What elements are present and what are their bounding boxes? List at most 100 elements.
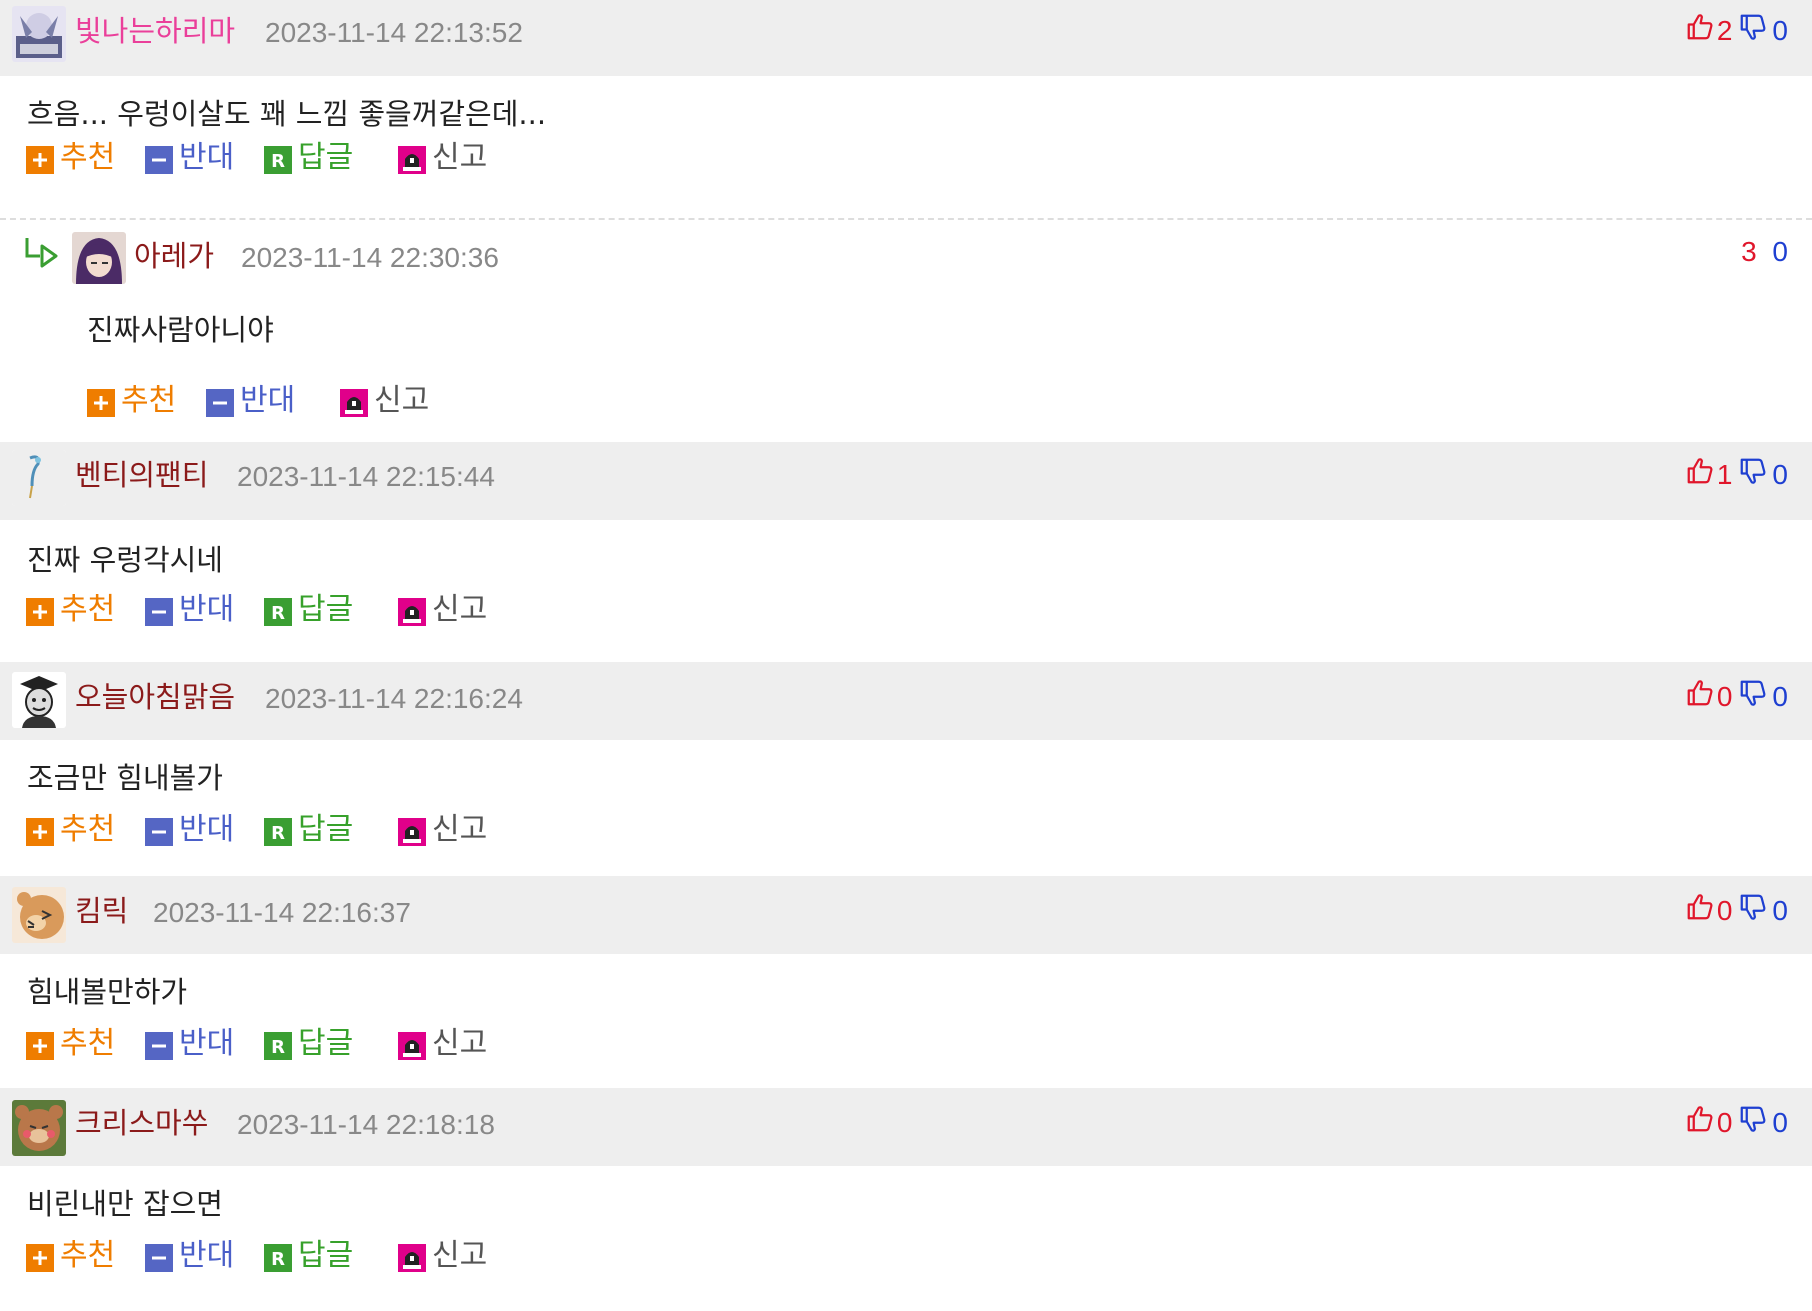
reply-r-icon: R [264,146,292,174]
report-label: 신고 [432,592,488,627]
blush-bear-avatar-icon[interactable] [12,1100,66,1156]
thumbs-down-icon [1738,1104,1768,1141]
oppose-button[interactable]: 반대 [145,592,234,628]
reply-report-button[interactable]: 신고 [340,383,429,419]
reply-r-icon: R [264,1032,292,1060]
recommend-button[interactable]: 추천 [26,1026,115,1062]
recommend-label: 추천 [121,383,177,418]
oppose-label: 반대 [179,1026,235,1061]
siren-icon [340,389,368,417]
comment-text: 비린내만 잡으면 [27,1187,223,1221]
comment-item: 오늘아침맑음 2023-11-14 22:16:24 0 0 조금만 힘내볼가 … [0,662,1812,876]
comment-header: 크리스마쑤 2023-11-14 22:18:18 0 0 [0,1088,1812,1166]
reply-button[interactable]: R 답글 [264,1238,353,1274]
comment-text: 힘내볼만하가 [27,975,188,1009]
anime-avatar-icon[interactable] [12,6,66,62]
vote-summary: 2 0 [1685,12,1788,49]
recommend-button[interactable]: 추천 [26,812,115,848]
vote-summary: 0 0 [1685,1104,1788,1141]
reply-button[interactable]: R 답글 [264,592,353,628]
reply-upvote-count: 3 [1741,236,1757,267]
svg-text:R: R [271,1037,285,1058]
comment-author[interactable]: 빛나는하리마 [75,13,235,49]
thumbs-up-icon [1685,12,1715,49]
recommend-label: 추천 [60,812,116,847]
thumbs-down-icon [1738,678,1768,715]
svg-text:R: R [271,1249,285,1270]
vote-summary: 0 0 [1685,892,1788,929]
plus-icon [26,146,54,174]
feather-avatar-icon[interactable] [12,450,66,506]
recommend-button[interactable]: 추천 [26,140,115,176]
comment-actions: 추천 반대 R 답글 신고 [0,1228,1812,1294]
reply-actions: 추천 반대 신고 [0,383,1812,433]
report-button[interactable]: 신고 [398,1238,487,1274]
comment-header: 오늘아침맑음 2023-11-14 22:16:24 0 0 [0,662,1812,740]
oppose-button[interactable]: 반대 [145,812,234,848]
report-button[interactable]: 신고 [398,812,487,848]
comment-item: 빛나는하리마 2023-11-14 22:13:52 2 0 흐음... 우렁이… [0,0,1812,442]
vote-summary: 1 0 [1685,456,1788,493]
recommend-label: 추천 [60,1026,116,1061]
reply-button[interactable]: R 답글 [264,812,353,848]
comment-item: 벤티의팬티 2023-11-14 22:15:44 1 0 진짜 우렁각시네 추… [0,442,1812,662]
comment-actions: 추천 반대 R 답글 신고 [0,138,1812,218]
reply-author[interactable]: 아레가 [134,238,214,274]
report-button[interactable]: 신고 [398,140,487,176]
thumbs-up-icon [1685,456,1715,493]
thumbs-up-icon [1685,1104,1715,1141]
recommend-label: 추천 [60,140,116,175]
comment-item: 크리스마쑤 2023-11-14 22:18:18 0 0 비린내만 잡으면 추… [0,1088,1812,1294]
report-button[interactable]: 신고 [398,592,487,628]
bear-avatar-icon[interactable] [12,887,66,943]
comment-text: 흐음... 우렁이살도 꽤 느낌 좋을꺼같은데... [27,97,547,131]
graduate-avatar-icon[interactable] [12,672,66,728]
comment-actions: 추천 반대 R 답글 신고 [0,1016,1812,1088]
report-label: 신고 [432,812,488,847]
purple-hair-avatar-icon[interactable] [72,232,126,284]
reply-label: 답글 [298,1238,354,1273]
reply-button[interactable]: R 답글 [264,1026,353,1062]
svg-text:R: R [271,823,285,844]
oppose-button[interactable]: 반대 [145,140,234,176]
plus-icon [87,389,115,417]
svg-text:R: R [271,603,285,624]
report-button[interactable]: 신고 [398,1026,487,1062]
comment-header: 빛나는하리마 2023-11-14 22:13:52 2 0 [0,0,1812,76]
comment-text: 조금만 힘내볼가 [27,761,223,795]
thumbs-down-icon [1738,892,1768,929]
plus-icon [26,818,54,846]
reply-r-icon: R [264,598,292,626]
report-label: 신고 [432,140,488,175]
siren-icon [398,146,426,174]
minus-icon [145,146,173,174]
minus-icon [145,818,173,846]
recommend-button[interactable]: 추천 [26,1238,115,1274]
reply-item: 아레가 2023-11-14 22:30:36 3 0 진짜사람아니야 추천 반… [0,220,1812,442]
comment-author[interactable]: 벤티의팬티 [75,457,208,493]
plus-icon [26,1032,54,1060]
downvote-count: 0 [1772,458,1788,490]
recommend-button[interactable]: 추천 [26,592,115,628]
comment-author[interactable]: 오늘아침맑음 [75,679,235,715]
downvote-count: 0 [1772,14,1788,46]
reply-recommend-button[interactable]: 추천 [87,383,176,419]
vote-summary: 0 0 [1685,678,1788,715]
oppose-button[interactable]: 반대 [145,1026,234,1062]
comment-timestamp: 2023-11-14 22:16:24 [265,683,523,714]
comment-item: 킴릭 2023-11-14 22:16:37 0 0 힘내볼만하가 추천 반대 … [0,876,1812,1088]
reply-label: 답글 [298,1026,354,1061]
comment-author[interactable]: 크리스마쑤 [75,1105,208,1141]
reply-button[interactable]: R 답글 [264,140,353,176]
recommend-label: 추천 [60,592,116,627]
reply-label: 답글 [298,140,354,175]
report-label: 신고 [432,1238,488,1273]
oppose-button[interactable]: 반대 [145,1238,234,1274]
upvote-count: 2 [1716,14,1733,46]
comment-timestamp: 2023-11-14 22:13:52 [265,17,523,48]
reply-text: 진짜사람아니야 [87,313,274,347]
oppose-label: 반대 [179,592,235,627]
comment-author[interactable]: 킴릭 [75,893,128,929]
report-label: 신고 [432,1026,488,1061]
reply-oppose-button[interactable]: 반대 [206,383,295,419]
